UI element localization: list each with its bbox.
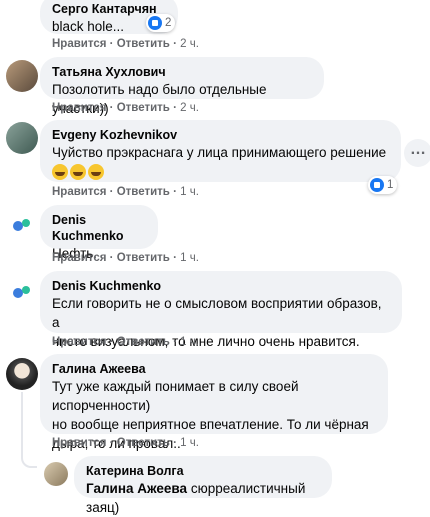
like-link[interactable]: Нравится [52, 336, 106, 348]
comment-author[interactable]: Татьяна Хухлович [52, 64, 312, 80]
like-icon [148, 16, 162, 30]
avatar[interactable] [6, 275, 38, 307]
like-icon [370, 178, 384, 192]
avatar[interactable] [44, 462, 68, 486]
reply-link[interactable]: Ответить [117, 437, 170, 449]
reply-author[interactable]: Катерина Волга [86, 463, 320, 479]
like-link[interactable]: Нравится [52, 38, 106, 50]
comment-text: Чуйство прэкраснага у лица принимающего … [52, 145, 387, 160]
comment-bubble: Evgeny Kozhevnikov Чуйство прэкраснага у… [40, 120, 401, 182]
timestamp[interactable]: 2 ч. [180, 102, 199, 114]
comment-author[interactable]: Галина Ажеева [52, 361, 376, 377]
brand-logo-icon [13, 286, 30, 298]
comment-bubble: Галина Ажеева Тут уже каждый понимает в … [40, 354, 388, 451]
comment-text-line: но вообще неприятное впечатление. То ли … [52, 417, 369, 432]
like-link[interactable]: Нравится [52, 252, 106, 264]
comment-text-line: Тут уже каждый понимает в силу своей исп… [52, 379, 299, 413]
avatar[interactable] [6, 122, 38, 154]
comment-actions: Нравится · Ответить · 1 ч. [52, 437, 199, 449]
comment-actions: Нравится · Ответить · 2 ч. [52, 102, 199, 114]
comment-author[interactable]: Denis Kuchmenko [52, 278, 390, 294]
like-link[interactable]: Нравится [52, 102, 106, 114]
like-link[interactable]: Нравится [52, 437, 106, 449]
reply-link[interactable]: Ответить [117, 336, 170, 348]
reply-link[interactable]: Ответить [117, 186, 170, 198]
timestamp[interactable]: 1 ч. [180, 437, 199, 449]
timestamp[interactable]: 2 ч. [180, 38, 199, 50]
reply-link[interactable]: Ответить [117, 252, 170, 264]
avatar[interactable] [6, 60, 38, 92]
reply-link[interactable]: Ответить [117, 38, 170, 50]
timestamp[interactable]: 1 ч. [180, 186, 199, 198]
emoji-row [52, 163, 389, 181]
laughing-emoji-icon [88, 163, 104, 180]
comment-actions: Нравится · Ответить · 1 ч. [52, 336, 199, 348]
comment-bubble: Татьяна Хухлович Позолотить надо было от… [40, 57, 324, 116]
comment-author[interactable]: Denis Kuchmenko [52, 212, 146, 244]
timestamp[interactable]: 1 ч. [180, 252, 199, 264]
laughing-emoji-icon [52, 163, 68, 180]
more-options-button[interactable]: … [404, 139, 430, 167]
comment-actions: Нравится · Ответить · 2 ч. [52, 38, 199, 50]
avatar[interactable] [6, 208, 38, 240]
like-link[interactable]: Нравится [52, 186, 106, 198]
mention-link[interactable]: Галина Ажеева [86, 481, 187, 496]
comment-text-line: Если говорить не о смысловом восприятии … [52, 296, 382, 330]
reply-text: Галина Ажеева сюрреалистичный заяц) [86, 479, 320, 517]
reaction-count[interactable]: 1 [368, 176, 398, 194]
thread-line [21, 392, 23, 456]
brand-logo-icon [13, 219, 30, 231]
comment-actions: Нравится · Ответить · 1 ч. [52, 186, 199, 198]
thread-connector [21, 454, 37, 468]
reply-link[interactable]: Ответить [117, 102, 170, 114]
reaction-count[interactable]: 2 [146, 14, 176, 32]
avatar[interactable] [6, 358, 38, 390]
timestamp[interactable]: 1 ч. [180, 336, 199, 348]
reply-bubble: Катерина Волга Галина Ажеева сюрреалисти… [74, 456, 332, 515]
comment-bubble: Denis Kuchmenko Если говорить не о смысл… [40, 271, 402, 349]
comment-actions: Нравится · Ответить · 1 ч. [52, 252, 199, 264]
laughing-emoji-icon [70, 163, 86, 180]
comment-bubble: Denis Kuchmenko Нефть. [40, 205, 158, 261]
comment-author[interactable]: Evgeny Kozhevnikov [52, 127, 389, 143]
